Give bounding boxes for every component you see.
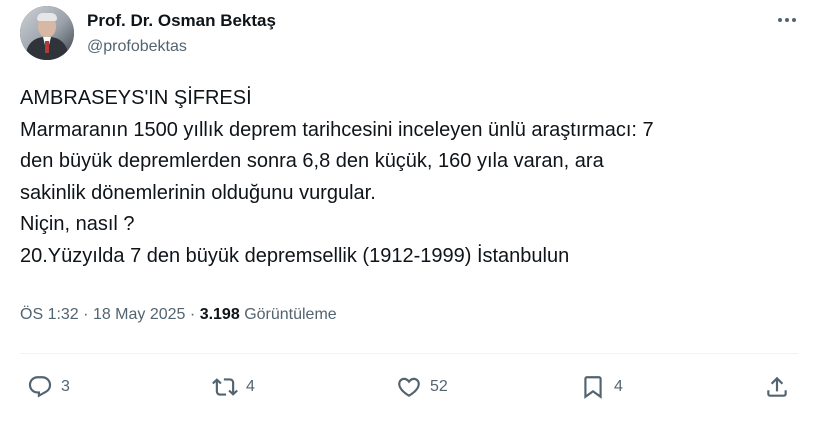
post-metadata: ÖS 1:32 · 18 May 2025 · 3.198 Görüntülem… <box>20 306 337 324</box>
reply-count: 3 <box>61 378 70 395</box>
view-count-label: Görüntüleme <box>244 306 337 323</box>
like-count: 52 <box>430 378 448 395</box>
heart-icon <box>398 377 420 397</box>
bookmark-button[interactable]: 4 <box>580 370 623 404</box>
like-button[interactable]: 52 <box>396 370 448 404</box>
post-date[interactable]: 18 May 2025 <box>93 306 186 323</box>
author-display-name[interactable]: Prof. Dr. Osman Bektaş <box>87 11 276 31</box>
share-icon <box>767 376 787 397</box>
post-line: den büyük depremlerden sonra 6,8 den küç… <box>20 150 604 172</box>
action-bar: 3 4 52 4 <box>0 370 813 406</box>
bookmark-icon <box>584 376 602 399</box>
bookmark-count: 4 <box>614 378 623 395</box>
view-count: 3.198 <box>199 306 240 323</box>
more-options-icon[interactable] <box>772 10 802 30</box>
post-line: 20.Yüzyılda 7 den büyük depremsellik (19… <box>20 244 570 267</box>
repost-button[interactable]: 4 <box>212 370 255 404</box>
reply-button[interactable]: 3 <box>27 370 70 404</box>
separator: · <box>189 306 196 323</box>
post-line: sakinlik dönemlerinin olduğunu vurgular. <box>20 181 376 204</box>
separator: · <box>83 306 89 323</box>
author-handle[interactable]: @profobektas <box>87 38 187 56</box>
post-text: AMBRASEYS'IN ŞİFRESİ Marmaranın 1500 yıl… <box>20 83 800 272</box>
share-button[interactable] <box>764 370 790 404</box>
post-line: AMBRASEYS'IN ŞİFRESİ <box>20 87 252 109</box>
repost-count: 4 <box>246 378 255 395</box>
post-line: Marmaranın 1500 yıllık deprem tarihcesin… <box>20 118 654 141</box>
repost-icon <box>212 378 238 396</box>
divider <box>20 353 798 354</box>
reply-icon <box>28 376 52 398</box>
post-line: Niçin, nasıl ? <box>20 213 135 235</box>
post-time[interactable]: ÖS 1:32 <box>20 306 79 323</box>
avatar[interactable] <box>20 6 74 60</box>
